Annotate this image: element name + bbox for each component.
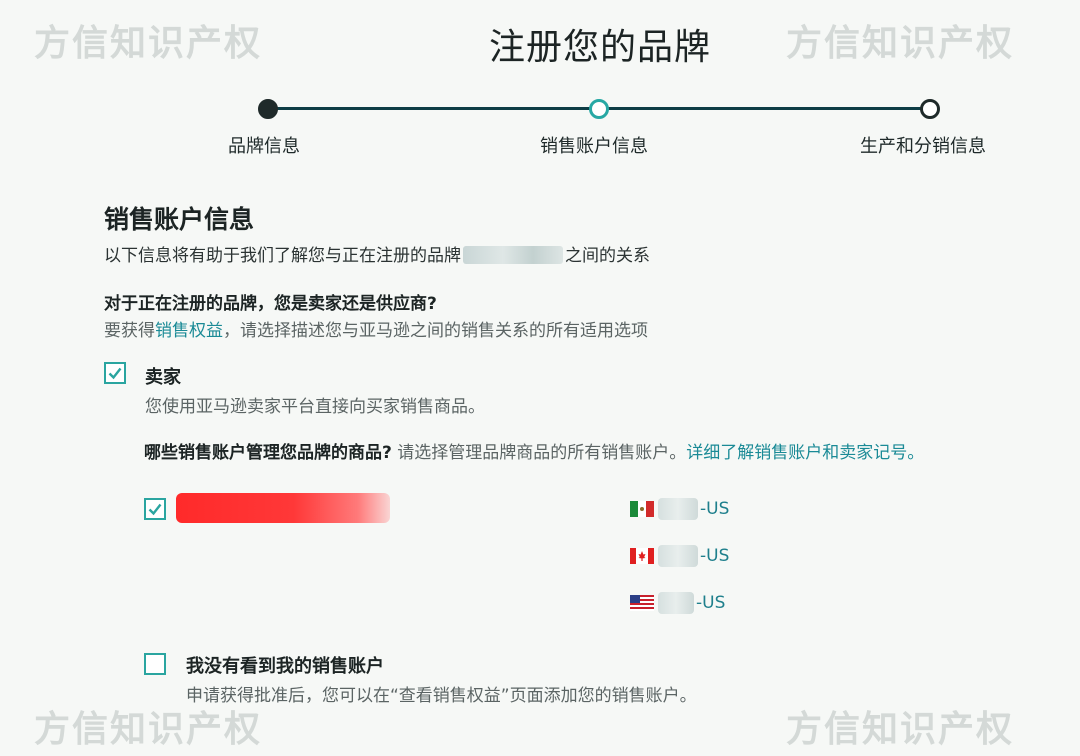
blurred-account-id — [658, 498, 698, 520]
blurred-account-id — [658, 545, 698, 567]
section-description-before: 以下信息将有助于我们了解您与正在注册的品牌 — [104, 246, 461, 266]
account-suffix: -US — [700, 499, 730, 519]
blurred-brand-name — [463, 246, 563, 264]
hint-before: 要获得 — [104, 321, 155, 341]
step-label-sales-account: 销售账户信息 — [540, 136, 648, 157]
watermark: 方信知识产权 — [786, 709, 1015, 750]
accounts-question-title: 哪些销售账户管理您品牌的商品? — [144, 443, 392, 463]
learn-more-accounts-link[interactable]: 详细了解销售账户和卖家记号。 — [686, 443, 924, 463]
seller-description: 您使用亚马逊卖家平台直接向买家销售商品。 — [145, 397, 485, 417]
step-line-completed — [268, 107, 598, 110]
section-title: 销售账户信息 — [104, 205, 255, 234]
accounts-question-hint: 请选择管理品牌商品的所有销售账户。 — [397, 443, 687, 463]
step-dot-brand-info[interactable] — [258, 99, 278, 119]
step-dot-sales-account[interactable] — [589, 99, 609, 119]
mexico-flag-icon — [630, 501, 654, 517]
page-title: 注册您的品牌 — [488, 27, 711, 68]
account-group-checkbox[interactable] — [144, 498, 166, 520]
step-label-brand-info: 品牌信息 — [228, 136, 300, 157]
account-row-mexico: -US — [630, 498, 729, 520]
no-account-description: 申请获得批准后，您可以在“查看销售权益”页面添加您的销售账户。 — [186, 686, 697, 706]
step-label-production: 生产和分销信息 — [860, 136, 986, 157]
account-suffix: -US — [696, 593, 726, 613]
hint-after: ，请选择描述您与亚马逊之间的销售关系的所有适用选项 — [223, 321, 648, 341]
seller-or-vendor-hint: 要获得销售权益，请选择描述您与亚马逊之间的销售关系的所有适用选项 — [104, 316, 648, 341]
accounts-question: 哪些销售账户管理您品牌的商品? 请选择管理品牌商品的所有销售账户。详细了解销售账… — [144, 438, 924, 463]
seller-or-vendor-question: 对于正在注册的品牌，您是卖家还是供应商? — [104, 294, 437, 314]
checkmark-icon — [108, 367, 122, 380]
account-suffix: -US — [700, 546, 730, 566]
checkmark-icon — [148, 503, 162, 516]
no-account-checkbox[interactable] — [144, 653, 166, 675]
progress-stepper: 品牌信息 销售账户信息 生产和分销信息 — [0, 96, 1080, 166]
canada-flag-icon — [630, 548, 654, 564]
blurred-account-id — [658, 592, 694, 614]
sales-rights-link[interactable]: 销售权益 — [155, 321, 223, 341]
no-account-label: 我没有看到我的销售账户 — [186, 656, 384, 677]
seller-checkbox[interactable] — [104, 362, 126, 384]
account-row-usa: -US — [630, 592, 725, 614]
usa-flag-icon — [630, 595, 654, 611]
section-description: 以下信息将有助于我们了解您与正在注册的品牌 之间的关系 — [104, 241, 650, 266]
redacted-account-name — [176, 493, 390, 523]
step-line-remaining — [598, 107, 930, 110]
seller-label: 卖家 — [145, 367, 181, 388]
step-dot-production[interactable] — [920, 99, 940, 119]
section-description-after: 之间的关系 — [565, 246, 650, 266]
watermark: 方信知识产权 — [34, 709, 263, 750]
account-row-canada: -US — [630, 545, 729, 567]
